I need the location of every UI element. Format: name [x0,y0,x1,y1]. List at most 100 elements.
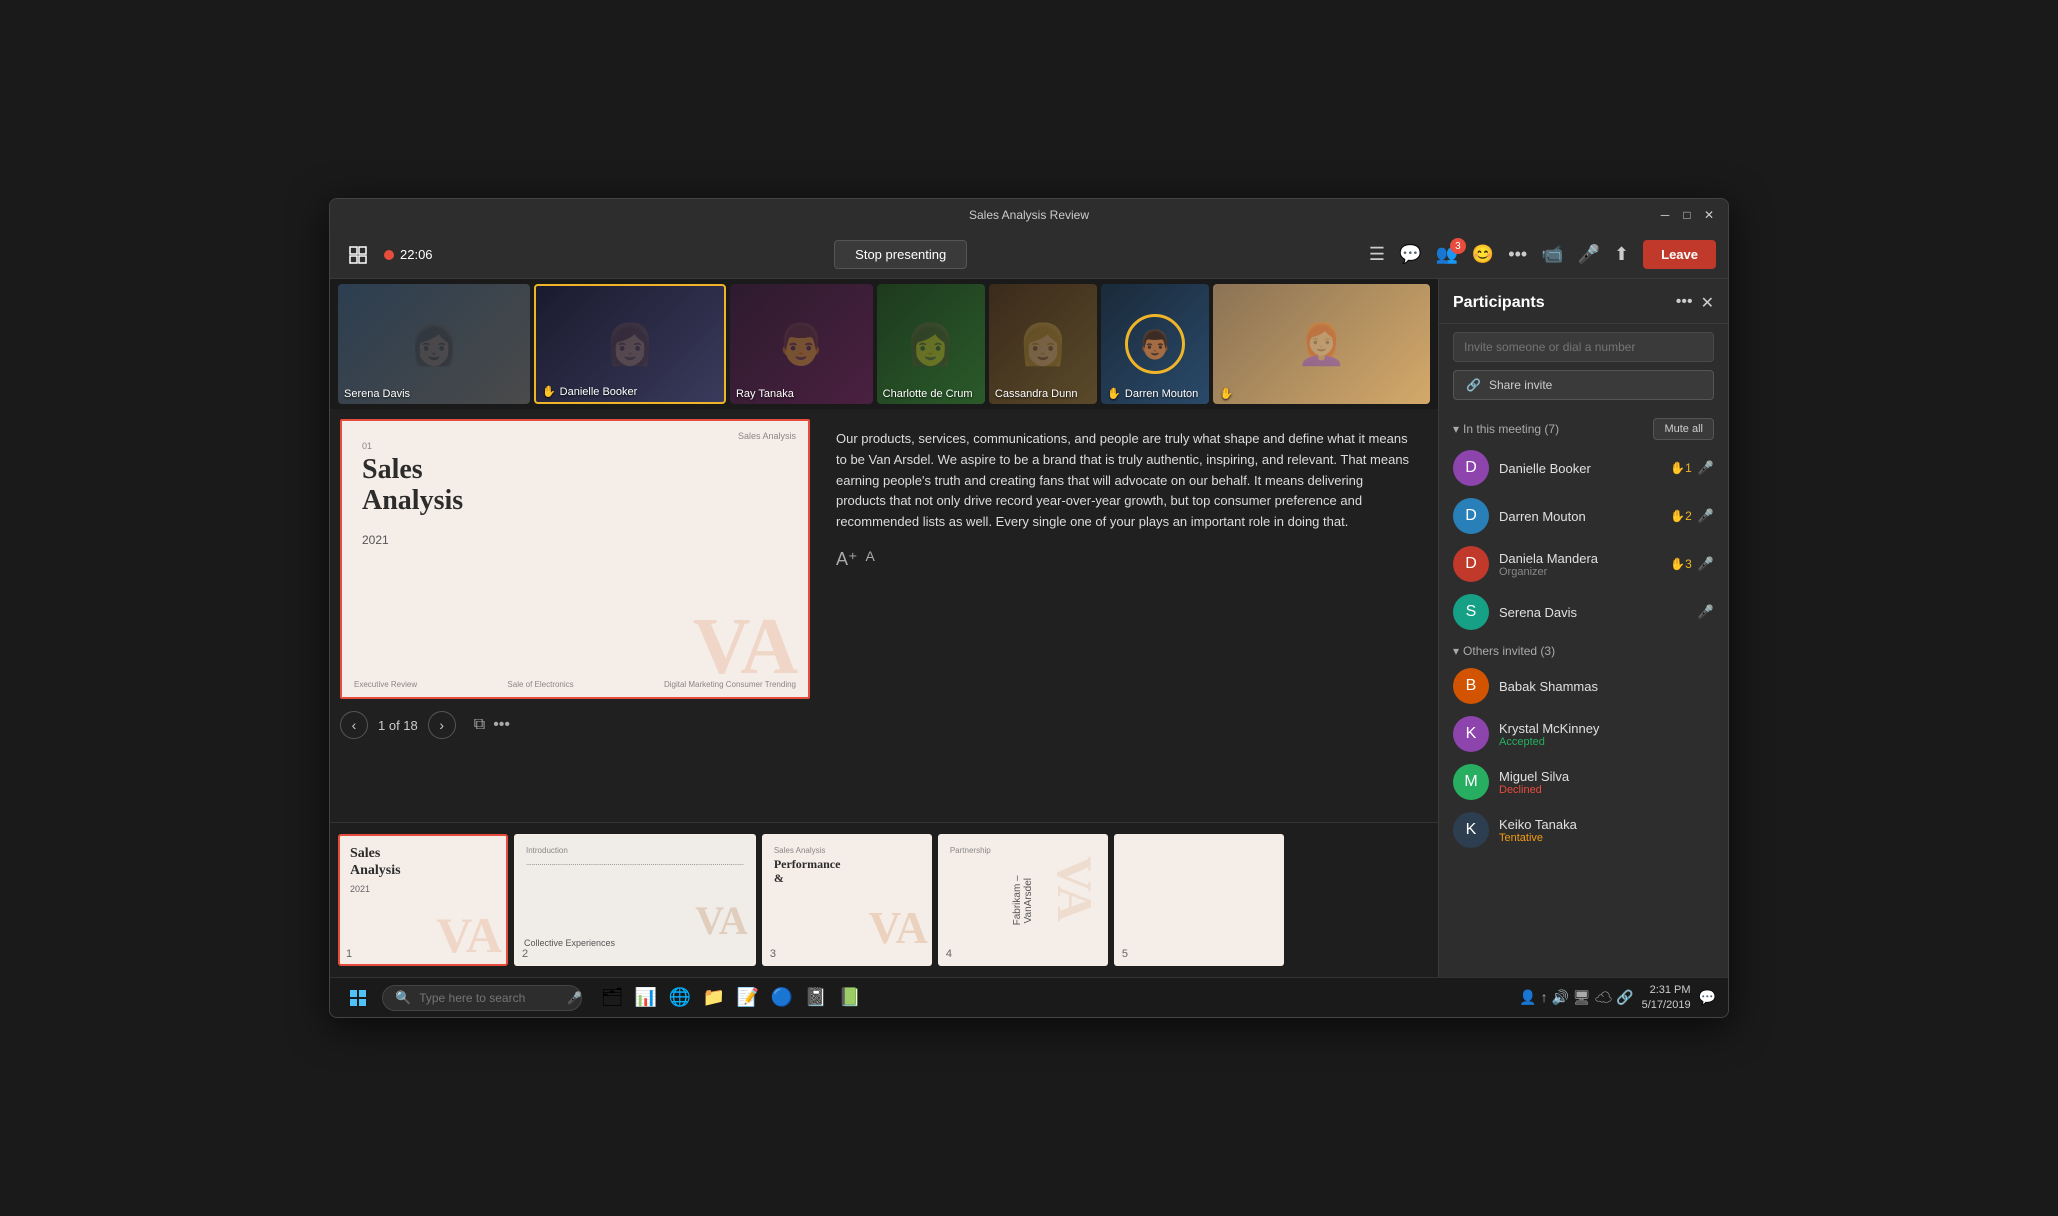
participant-item-serena[interactable]: S Serena Davis 🎤 [1439,588,1728,636]
share-button[interactable]: ⬆ [1614,244,1629,265]
slide-thumbnail-1[interactable]: SalesAnalysis 2021 VA 1 [338,834,508,966]
participant-avatar: S [1453,594,1489,630]
mic-icon: 🎤 [1698,508,1714,524]
participant-item-babak[interactable]: B Babak Shammas [1439,662,1728,710]
thumb-label: Partnership [950,846,1096,855]
more-options-button[interactable]: ••• [1508,244,1527,265]
taskbar-app-edge[interactable]: 🌐 [666,984,694,1012]
in-meeting-section-header: ▾ In this meeting (7) Mute all [1439,410,1728,444]
panel-more-button[interactable]: ••• [1676,293,1693,313]
taskbar-app-tasks[interactable]: 🗂 [598,984,626,1012]
taskbar-app-excel[interactable]: 📗 [836,984,864,1012]
speaker-notes: Our products, services, communications, … [820,419,1428,812]
prev-slide-button[interactable]: ‹ [340,711,368,739]
participant-item-darren[interactable]: D Darren Mouton ✋2 🎤 [1439,492,1728,540]
slide-more-button[interactable]: ••• [493,716,510,734]
participant-name: Serena Davis [344,388,410,400]
video-thumb-charlotte[interactable]: 👩 Charlotte de Crum [877,284,985,404]
mic-button[interactable]: 🎤 [1578,244,1600,265]
camera-button[interactable]: 📹 [1541,244,1563,265]
participant-avatar: K [1453,716,1489,752]
start-button[interactable] [342,982,374,1014]
taskbar-app-files[interactable]: 📁 [700,984,728,1012]
maximize-button[interactable]: □ [1680,208,1694,222]
close-button[interactable]: ✕ [1702,208,1716,222]
video-thumb-danielle[interactable]: 👩🏽 ✋ Danielle Booker [534,284,726,404]
video-thumb-ray[interactable]: 👨 Ray Tanaka [730,284,873,404]
share-icon: 🔗 [1466,378,1481,392]
taskbar-app-powerpoint[interactable]: 📊 [632,984,660,1012]
taskbar-app-teams[interactable]: 🔵 [768,984,796,1012]
taskbar-search-input[interactable] [419,991,559,1005]
slide-content: 01 Sales Analysis SalesAnalysis 2021 VA … [342,421,808,697]
thumb-number: 3 [770,948,776,960]
video-thumb-main[interactable]: 👩🏼‍🦰 ✋ [1213,284,1430,404]
participant-item-danielle[interactable]: D Danielle Booker ✋1 🎤 [1439,444,1728,492]
hand-raise-icon: ✋ [1107,387,1121,400]
thumb-title: Performance& [774,857,920,886]
participant-name: Cassandra Dunn [995,388,1078,400]
text-size-down-button[interactable]: A [866,545,875,574]
taskbar-app-word[interactable]: 📝 [734,984,762,1012]
slide-footer: Executive Review Sale of Electronics Dig… [354,680,796,689]
window-controls: ─ □ ✕ [1658,208,1716,222]
taskbar-apps: 🗂 📊 🌐 📁 📝 🔵 📓 📗 [598,984,864,1012]
leave-button[interactable]: Leave [1643,240,1716,269]
minimize-button[interactable]: ─ [1658,208,1672,222]
grid-view-button[interactable] [342,239,374,271]
slide-thumbnail-5[interactable]: 5 [1114,834,1284,966]
mic-icon: 🎤 [1698,460,1714,476]
participants-button[interactable]: 👥 3 [1435,244,1457,265]
search-icon: 🔍 [395,990,411,1006]
mute-all-button[interactable]: Mute all [1653,418,1714,440]
video-thumb-cassandra[interactable]: 👩🏼 Cassandra Dunn [989,284,1097,404]
slide-main: 01 Sales Analysis SalesAnalysis 2021 VA … [340,419,820,812]
thumb-text: Fabrikam – VanArsdel [1012,857,1034,943]
mic-icon: 🎤 [1698,604,1714,620]
stop-presenting-button[interactable]: Stop presenting [834,240,967,269]
thumb-wm: VA [1046,856,1104,922]
participant-item-krystal[interactable]: K Krystal McKinney Accepted [1439,710,1728,758]
participant-item-daniela[interactable]: D Daniela Mandera Organizer ✋3 🎤 [1439,540,1728,588]
slide-copy-button[interactable]: ⧉ [474,716,485,734]
recording-time: 22:06 [400,247,433,262]
video-thumb-darren[interactable]: 👨🏾 ✋ Darren Mouton [1101,284,1209,404]
slide-year: 2021 [362,533,788,547]
video-thumb-serena[interactable]: 👩🏿 Serena Davis [338,284,530,404]
slide-thumbnail-2[interactable]: Introduction ...........................… [514,834,756,966]
participant-actions: 🎤 [1698,604,1714,620]
slide-thumbnail-4[interactable]: Partnership Fabrikam – VanArsdel VA 4 [938,834,1108,966]
participant-list: D Danielle Booker ✋1 🎤 D Darren Mouton [1439,444,1728,977]
hand-raise-count: ✋1 [1670,461,1692,475]
others-invited-section: ▾ Others invited (3) [1439,636,1728,662]
invite-search-input[interactable] [1453,332,1714,362]
slide-page-num: 01 [362,441,788,451]
hand-raise-icon: ✋ [1219,387,1233,400]
menu-button[interactable]: ☰ [1369,244,1385,265]
emoji-button[interactable]: 😊 [1472,244,1494,265]
notifications-button[interactable]: 💬 [1699,989,1716,1006]
taskbar-search[interactable]: 🔍 🎤 [382,985,582,1011]
video-label: ✋ Darren Mouton [1107,387,1198,400]
next-slide-button[interactable]: › [428,711,456,739]
slide-area: 01 Sales Analysis SalesAnalysis 2021 VA … [330,409,1438,822]
taskbar-right: 👤 ↑ 🔊 🖥 ☁ 🔗 2:31 PM 5/17/2019 💬 [1519,983,1716,1012]
others-invited-header[interactable]: ▾ Others invited (3) [1453,644,1714,658]
slide-category: Sales Analysis [738,431,796,441]
participant-item-keiko[interactable]: K Keiko Tanaka Tentative [1439,806,1728,854]
participants-panel: Participants ••• ✕ 🔗 Share invite ▾ In t… [1438,279,1728,977]
thumb-number: 5 [1122,948,1128,960]
participant-item-miguel[interactable]: M Miguel Silva Declined [1439,758,1728,806]
participant-info: Keiko Tanaka Tentative [1499,817,1714,844]
slide-thumbnail-3[interactable]: Sales Analysis Performance& VA 3 [762,834,932,966]
text-size-up-button[interactable]: A⁺ [836,545,858,574]
chevron-down-icon: ▾ [1453,644,1459,658]
share-invite-button[interactable]: 🔗 Share invite [1453,370,1714,400]
panel-close-button[interactable]: ✕ [1701,293,1714,313]
taskbar-app-onenote[interactable]: 📓 [802,984,830,1012]
video-label: Cassandra Dunn [995,388,1078,400]
thumb-title: SalesAnalysis [350,846,496,880]
chat-button[interactable]: 💬 [1399,244,1421,265]
thumb-body: ........................................… [526,859,744,868]
app-window: Sales Analysis Review ─ □ ✕ 22:06 [329,198,1729,1018]
